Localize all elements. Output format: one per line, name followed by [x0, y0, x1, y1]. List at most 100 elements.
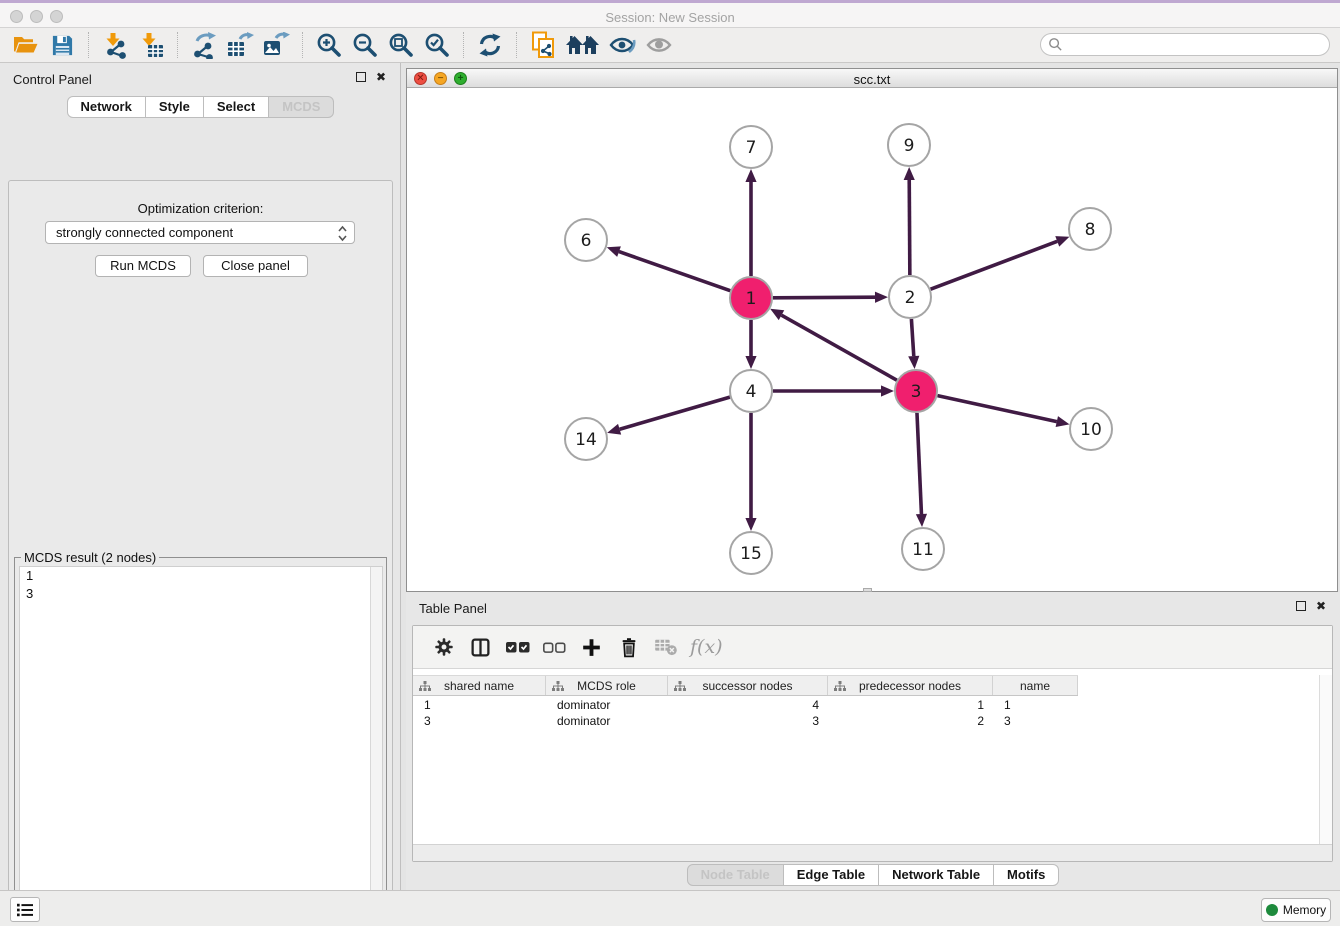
cell-predecessor-nodes: 2	[828, 713, 993, 729]
scrollbar-track[interactable]	[370, 567, 382, 926]
tab-select[interactable]: Select	[204, 96, 269, 118]
toolbar-separator	[177, 32, 178, 58]
network-graph-canvas[interactable]: 7968124314101511	[407, 88, 1337, 591]
close-panel-icon[interactable]: ✖	[374, 71, 388, 85]
search-icon	[1048, 37, 1063, 52]
edge-arrowhead	[908, 356, 919, 369]
table-settings-icon[interactable]	[425, 631, 462, 663]
select-all-columns-icon[interactable]	[499, 631, 536, 663]
search-input[interactable]	[1063, 38, 1313, 52]
edge-arrowhead	[904, 167, 915, 180]
import-table-icon[interactable]	[133, 30, 169, 60]
cell-predecessor-nodes: 1	[828, 697, 993, 713]
clone-network-icon[interactable]	[525, 30, 561, 60]
import-network-icon[interactable]	[97, 30, 133, 60]
graph-node-label-3: 3	[911, 382, 922, 402]
first-neighbors-icon[interactable]	[561, 30, 605, 60]
mcds-result-title: MCDS result (2 nodes)	[21, 550, 159, 565]
run-mcds-button[interactable]: Run MCDS	[95, 255, 191, 277]
memory-status-icon	[1266, 904, 1278, 916]
mcds-result-item: 1	[20, 567, 382, 585]
toggle-panel-split-icon[interactable]	[462, 631, 499, 663]
graph-node-label-15: 15	[740, 544, 762, 564]
tab-motifs[interactable]: Motifs	[994, 864, 1059, 886]
show-details-icon[interactable]	[641, 30, 677, 60]
float-panel-icon[interactable]	[354, 71, 368, 85]
graph-node-label-10: 10	[1080, 420, 1102, 440]
edge-1-2	[773, 297, 875, 298]
table-row[interactable]: 3dominator323	[413, 713, 1332, 729]
deselect-all-columns-icon[interactable]	[536, 631, 573, 663]
memory-button[interactable]: Memory	[1261, 898, 1331, 922]
save-session-icon[interactable]	[44, 30, 80, 60]
float-panel-icon[interactable]	[1294, 600, 1308, 614]
edge-arrowhead	[745, 356, 756, 369]
mcds-tab-content: Optimization criterion: strongly connect…	[8, 180, 393, 926]
table-body: 1dominator4113dominator323	[413, 697, 1332, 729]
edge-arrowhead	[881, 385, 894, 396]
cell-successor-nodes: 3	[668, 713, 828, 729]
column-header-predecessor-nodes[interactable]: predecessor nodes	[828, 676, 993, 695]
graph-node-label-2: 2	[905, 288, 916, 308]
table-vertical-scrollbar[interactable]	[1319, 675, 1332, 845]
mcds-result-box: MCDS result (2 nodes) 13	[14, 557, 387, 926]
cell-name: 1	[993, 697, 1078, 713]
memory-label: Memory	[1283, 903, 1326, 917]
graph-node-label-8: 8	[1085, 220, 1096, 240]
graph-node-label-4: 4	[746, 382, 757, 402]
toolbar-separator	[302, 32, 303, 58]
select-stepper-icon	[337, 225, 348, 248]
mcds-result-item: 3	[20, 585, 382, 603]
edge-2-9	[909, 180, 910, 275]
column-header-shared-name[interactable]: shared name	[413, 676, 546, 695]
edge-arrowhead	[1055, 236, 1069, 246]
cell-mcds-role: dominator	[546, 697, 668, 713]
zoom-fit-icon[interactable]	[383, 30, 419, 60]
column-header-mcds-role[interactable]: MCDS role	[546, 676, 668, 695]
zoom-out-icon[interactable]	[347, 30, 383, 60]
window-title: Session: New Session	[0, 10, 1340, 25]
zoom-selected-icon[interactable]	[419, 30, 455, 60]
export-image-icon[interactable]	[258, 30, 294, 60]
tab-edge-table[interactable]: Edge Table	[784, 864, 879, 886]
cell-name: 3	[993, 713, 1078, 729]
table-row[interactable]: 1dominator411	[413, 697, 1332, 713]
table-header-row: shared nameMCDS rolesuccessor nodesprede…	[413, 675, 1078, 696]
optimization-criterion-label: Optimization criterion:	[9, 201, 392, 216]
edge-arrowhead	[745, 169, 756, 182]
export-network-icon[interactable]	[186, 30, 222, 60]
refresh-view-icon[interactable]	[472, 30, 508, 60]
open-file-icon[interactable]	[8, 30, 44, 60]
tab-style[interactable]: Style	[146, 96, 204, 118]
delete-table-icon[interactable]	[647, 631, 684, 663]
search-box[interactable]	[1040, 33, 1330, 56]
task-history-button[interactable]	[10, 897, 40, 922]
column-type-icon	[419, 681, 431, 695]
graph-node-label-11: 11	[912, 540, 934, 560]
optimization-criterion-select[interactable]: strongly connected component	[45, 221, 355, 244]
column-header-successor-nodes[interactable]: successor nodes	[668, 676, 828, 695]
tab-node-table[interactable]: Node Table	[687, 864, 784, 886]
toolbar-separator	[463, 32, 464, 58]
cell-shared-name: 1	[413, 697, 546, 713]
column-type-icon	[552, 681, 564, 695]
column-header-name[interactable]: name	[993, 676, 1078, 695]
mcds-result-list[interactable]: 13	[19, 566, 383, 926]
edge-4-14	[620, 397, 730, 429]
close-panel-icon[interactable]: ✖	[1314, 600, 1328, 614]
graph-node-label-6: 6	[581, 231, 592, 251]
function-builder-icon[interactable]: f(x)	[690, 636, 723, 658]
create-column-icon[interactable]	[573, 631, 610, 663]
tab-network-table[interactable]: Network Table	[879, 864, 994, 886]
hide-details-icon[interactable]	[605, 30, 641, 60]
zoom-in-icon[interactable]	[311, 30, 347, 60]
edge-2-3	[911, 319, 913, 356]
tab-network[interactable]: Network	[67, 96, 146, 118]
table-horizontal-scrollbar[interactable]	[413, 844, 1332, 861]
tab-mcds[interactable]: MCDS	[269, 96, 334, 118]
cell-successor-nodes: 4	[668, 697, 828, 713]
delete-column-icon[interactable]	[610, 631, 647, 663]
export-table-icon[interactable]	[222, 30, 258, 60]
close-panel-button[interactable]: Close panel	[203, 255, 308, 277]
edge-3-10	[937, 396, 1056, 422]
